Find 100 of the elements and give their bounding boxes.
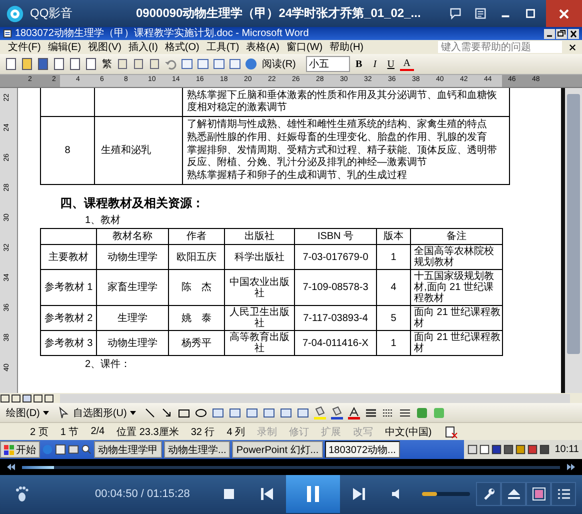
status-item: 4 列: [226, 426, 246, 438]
fast-forward-icon[interactable]: [566, 463, 576, 471]
color-settings-button[interactable]: [526, 482, 551, 506]
caret-icon[interactable]: [42, 410, 49, 414]
table-cell: 5: [376, 306, 410, 330]
table-cell: 生理学: [96, 306, 168, 330]
footprint-icon[interactable]: [15, 486, 29, 502]
table-cell: 7-117-03893-4: [294, 306, 376, 330]
app-name: QQ影音: [30, 5, 74, 22]
eject-icon: [506, 487, 520, 501]
previous-icon[interactable]: [260, 487, 274, 501]
window-title: 1803072动物生理学（甲）课程教学实施计划.doc - Microsoft Word: [15, 28, 310, 40]
menu-item[interactable]: 编辑(E): [48, 40, 82, 54]
section-heading: 四、课程教材及相关资源：: [60, 195, 205, 212]
status-item: 2 页: [30, 426, 48, 438]
menu-item[interactable]: 格式(O): [164, 40, 200, 54]
windows-flag-icon: [4, 444, 14, 454]
font-color-button[interactable]: A: [400, 58, 414, 70]
start-button[interactable]: 开始: [0, 441, 40, 458]
line-icon[interactable]: [142, 406, 157, 420]
table-cell: 参考教材 1: [40, 270, 96, 306]
column-header: 备注: [410, 228, 502, 244]
wrench-icon: [482, 487, 496, 501]
table-cell-text: 熟练掌握精子和卵子的生成和调节、乳的生成过程: [187, 170, 408, 182]
column-header: [40, 228, 96, 244]
next-icon[interactable]: [352, 487, 366, 501]
font-size-dropdown[interactable]: 小五: [306, 56, 350, 72]
taskbar-button[interactable]: 1803072动物...: [324, 441, 400, 458]
table-cell: 姚 泰: [168, 306, 224, 330]
menu-item[interactable]: 文件(F): [8, 40, 41, 54]
menu-item[interactable]: 工具(T): [206, 40, 240, 54]
rewind-icon[interactable]: [6, 463, 16, 471]
taskbar-button[interactable]: PowerPoint 幻灯...: [232, 441, 323, 458]
table-cell: 面向 21 世纪课程教材: [410, 306, 502, 330]
menu-item[interactable]: 表格(A): [246, 40, 280, 54]
column-header: 出版社: [224, 228, 294, 244]
autoshapes-menu[interactable]: 自选图形(U): [72, 406, 127, 420]
settings-button[interactable]: [476, 482, 501, 506]
tray-app-icon[interactable]: [478, 444, 490, 455]
horizontal-scrollbar[interactable]: [60, 394, 570, 402]
table-cell: 参考教材 2: [40, 306, 96, 330]
pause-button[interactable]: [286, 475, 340, 513]
vertical-scrollbar[interactable]: [565, 88, 582, 393]
line-color-icon[interactable]: [330, 406, 344, 420]
tray-app-icon[interactable]: [514, 444, 526, 455]
table-cell: 生殖和泌乳: [94, 116, 182, 184]
traditional-chinese-button[interactable]: 繁: [100, 57, 114, 71]
close-icon[interactable]: [569, 44, 576, 50]
new-document-icon[interactable]: [4, 57, 18, 71]
volume-slider[interactable]: [422, 492, 470, 496]
menu-item[interactable]: 插入(I): [128, 40, 158, 54]
table-cell: 主要教材: [40, 244, 96, 270]
table-cell: 1: [376, 244, 410, 270]
caret-icon[interactable]: [130, 410, 136, 414]
close-button[interactable]: [546, 0, 582, 27]
menu-item[interactable]: 窗口(W): [286, 40, 323, 54]
taskbar-button[interactable]: 动物生理学...: [164, 441, 230, 458]
restore-icon[interactable]: [556, 28, 567, 38]
status-item: 扩展: [321, 426, 342, 438]
table-cell-text: 熟悉副性腺的作用、妊娠母畜的生理变化、胎盘的作用、乳腺的发育: [187, 132, 488, 144]
font-color-icon[interactable]: [346, 406, 361, 420]
status-item: 录制: [257, 426, 278, 438]
table-cell: 7-109-08578-3: [294, 270, 376, 306]
tray-app-icon[interactable]: [538, 444, 550, 455]
table-cell: 动物生理学: [96, 330, 168, 356]
menu-button[interactable]: [551, 482, 576, 506]
column-header: ISBN 号: [294, 228, 376, 244]
maximize-icon[interactable]: [524, 7, 537, 20]
underline-button[interactable]: U: [384, 58, 398, 70]
table-cell: 高等教育出版社: [224, 330, 294, 356]
undo-icon[interactable]: [164, 57, 178, 71]
italic-button[interactable]: I: [368, 58, 382, 70]
playlist-icon[interactable]: [474, 7, 487, 20]
read-button[interactable]: 阅读(R): [260, 57, 298, 71]
table-cell-text: 熟练掌握下丘脑和垂体激素的性质和作用及其分泌调节、血钙和血糖恢度相对稳定的激素调节: [187, 90, 498, 114]
chat-icon[interactable]: [449, 7, 462, 20]
minimize-icon[interactable]: [544, 28, 555, 38]
stop-icon[interactable]: [222, 487, 236, 501]
subheading: 2、课件：: [85, 358, 132, 371]
taskbar-button[interactable]: 动物生理学甲: [94, 441, 162, 458]
bold-button[interactable]: B: [352, 58, 366, 70]
table-cell: 全国高等农林院校规划教材: [410, 244, 502, 270]
table-cell: 十五国家级规划教材,面向 21 世纪课程教材: [410, 270, 502, 306]
close-icon[interactable]: [568, 28, 579, 38]
draw-menu[interactable]: 绘图(D): [6, 406, 40, 420]
column-header: 版本: [376, 228, 410, 244]
menu-item[interactable]: 视图(V): [88, 40, 122, 54]
pause-icon: [306, 486, 320, 502]
fill-color-icon[interactable]: [312, 406, 327, 420]
list-icon: [556, 487, 570, 501]
tray-app-icon[interactable]: [526, 444, 538, 455]
table-cell: 陈 杰: [168, 270, 224, 306]
menu-item[interactable]: 帮助(H): [330, 40, 364, 54]
help-search-field[interactable]: 键入需要帮助的问题: [438, 41, 562, 53]
status-item: 位置 23.3厘米: [116, 426, 179, 438]
clock: 10:11: [554, 444, 579, 455]
table-cell: [40, 88, 94, 116]
eject-button[interactable]: [501, 482, 526, 506]
subheading: 1、教材: [85, 214, 122, 227]
progress-bar[interactable]: [22, 466, 560, 468]
